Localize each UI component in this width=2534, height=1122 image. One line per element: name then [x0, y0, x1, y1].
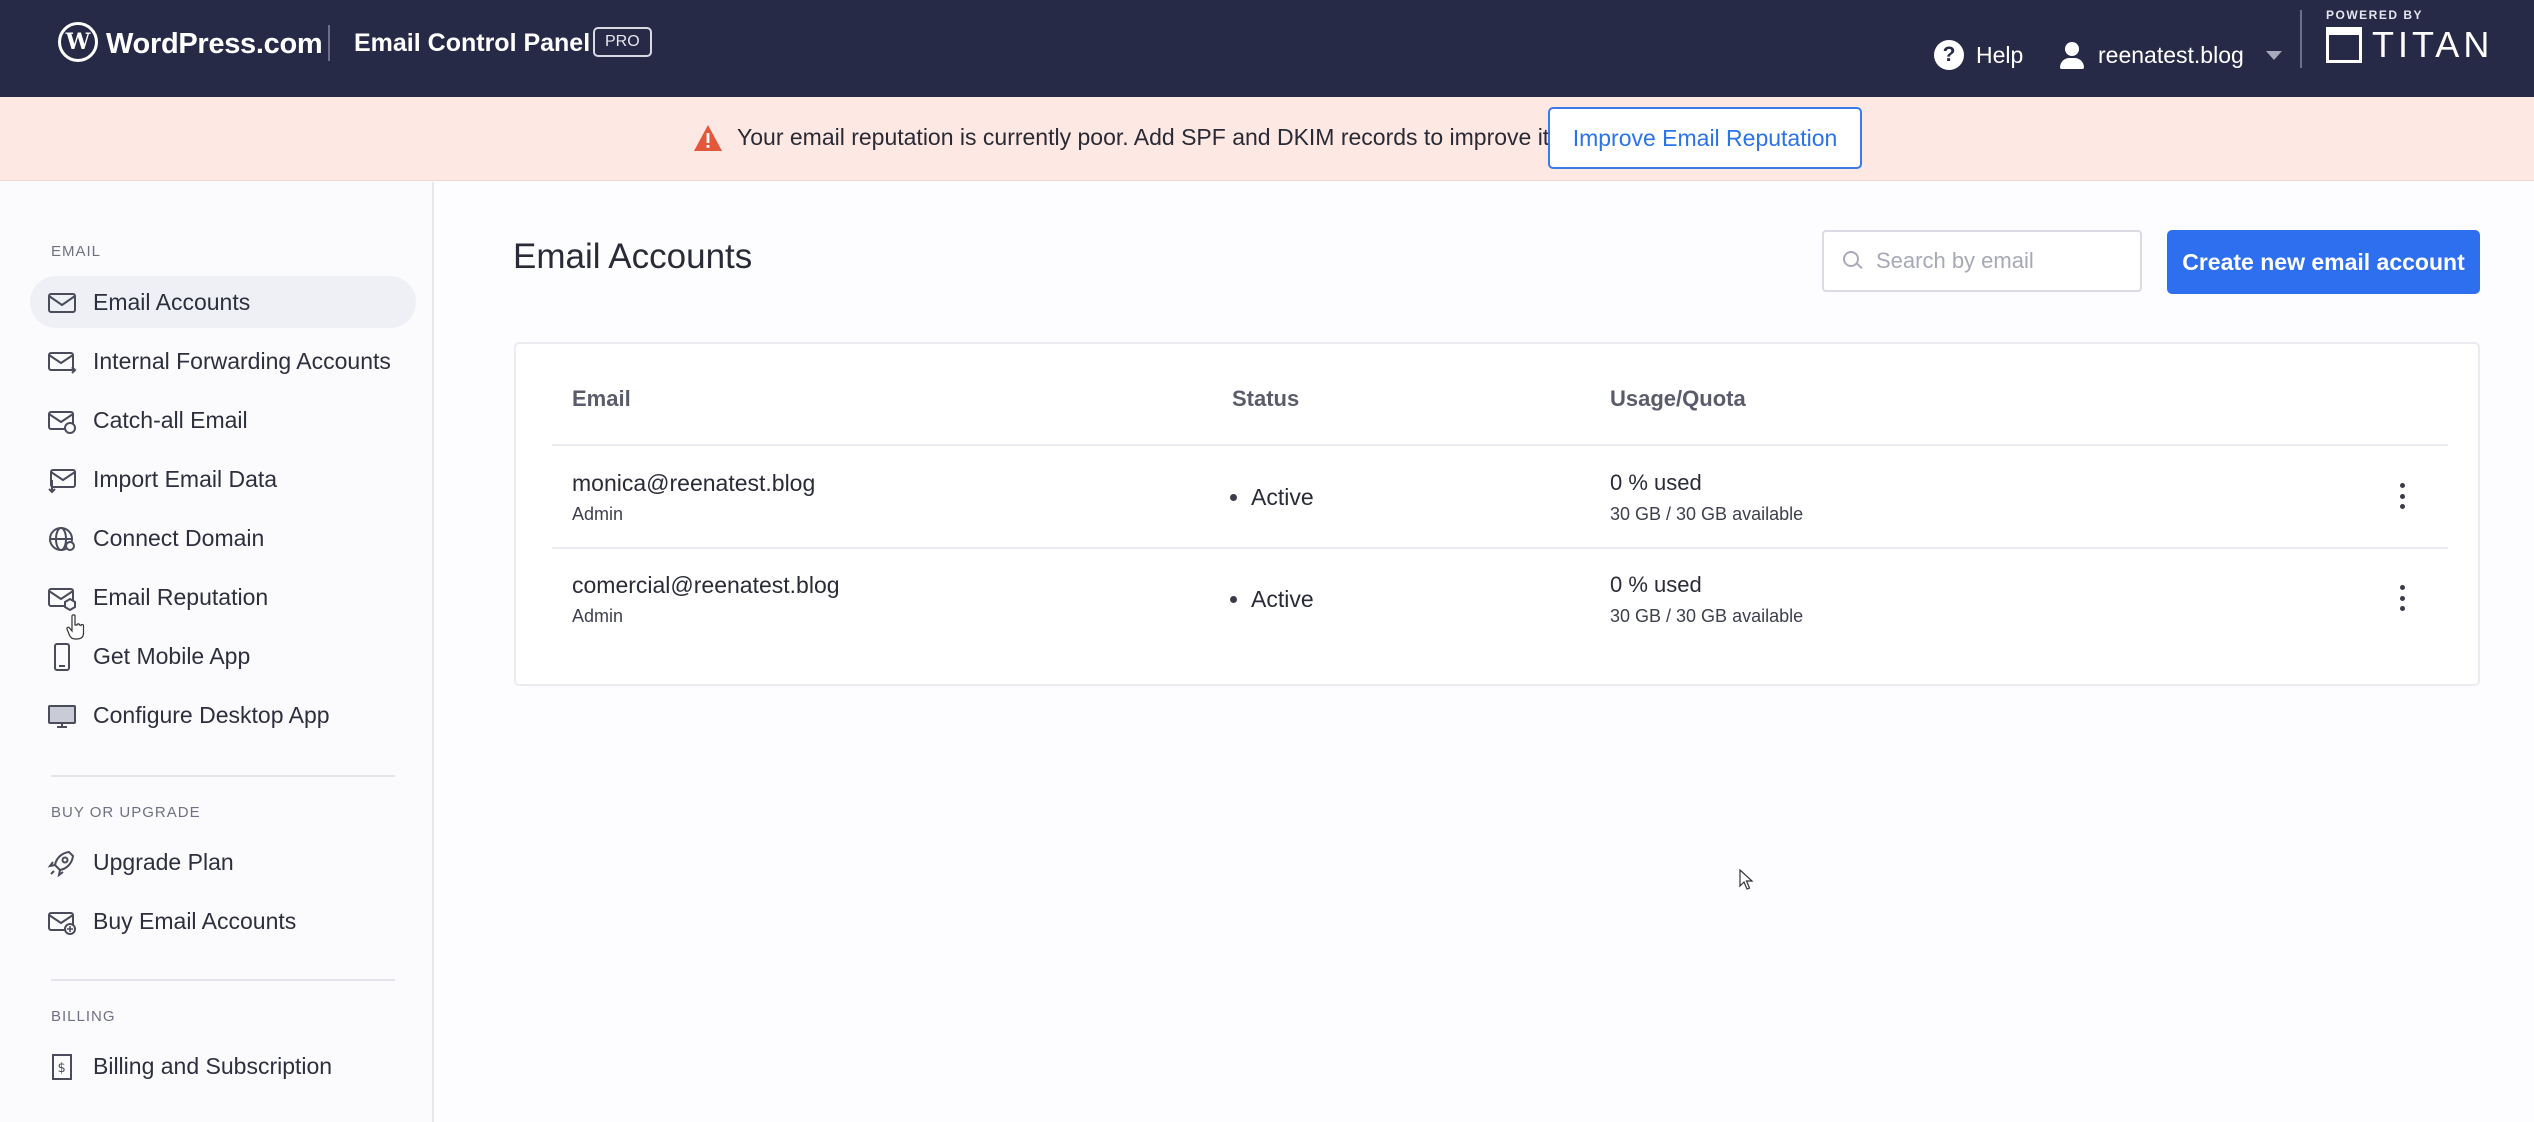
usage-percent: 0 % used: [1610, 470, 1702, 495]
globe-icon: [47, 525, 77, 551]
search-icon: [1842, 250, 1864, 272]
sidebar-item-email-reputation[interactable]: Email Reputation: [30, 571, 416, 623]
section-label-email: EMAIL: [51, 243, 102, 260]
column-header-status: Status: [1232, 386, 1300, 411]
sidebar: EMAIL Email Accounts Internal Forwarding…: [0, 182, 434, 1122]
status-dot: [1230, 494, 1237, 501]
help-link[interactable]: ? Help: [1934, 40, 2023, 70]
status-indicator: Active: [1230, 484, 1314, 511]
panel-title: Email Control Panel: [354, 29, 591, 57]
status-dot: [1230, 596, 1237, 603]
reputation-icon: [47, 584, 77, 612]
user-icon: [2058, 40, 2086, 70]
sidebar-item-label: Connect Domain: [93, 524, 265, 551]
brand-divider: [328, 25, 330, 61]
column-header-usage: Usage/Quota: [1610, 386, 1746, 411]
create-email-account-button[interactable]: Create new email account: [2167, 230, 2480, 294]
titan-logo-text: TITAN: [2372, 24, 2494, 65]
sidebar-item-label: Internal Forwarding Accounts: [93, 347, 391, 374]
account-menu[interactable]: reenatest.blog: [2058, 40, 2282, 70]
sidebar-item-label: Configure Desktop App: [93, 701, 330, 728]
section-label-billing: BILLING: [51, 1008, 116, 1025]
warning-icon: [694, 125, 722, 151]
sidebar-divider: [51, 775, 395, 777]
powered-by-label: POWERED BY: [2326, 8, 2424, 22]
usage-percent: 0 % used: [1610, 572, 1702, 597]
import-icon: [47, 466, 77, 494]
hand-cursor-icon: [66, 614, 85, 640]
sidebar-item-label: Email Accounts: [93, 288, 251, 315]
sidebar-item-buy-email-accounts[interactable]: Buy Email Accounts: [30, 895, 416, 947]
search-input[interactable]: [1876, 248, 2126, 274]
improve-reputation-button[interactable]: Improve Email Reputation: [1548, 107, 1862, 169]
help-label: Help: [1976, 41, 2024, 68]
sidebar-item-connect-domain[interactable]: Connect Domain: [30, 512, 416, 564]
status-indicator: Active: [1230, 586, 1314, 613]
pro-badge: PRO: [593, 27, 652, 57]
status-label: Active: [1251, 586, 1314, 612]
top-bar: W WordPress.com Email Control Panel PRO …: [0, 0, 2534, 97]
search-field[interactable]: [1822, 230, 2142, 292]
arrow-cursor-icon: [1739, 869, 1754, 890]
page-title: Email Accounts: [513, 237, 753, 276]
row-actions-menu-icon[interactable]: [2392, 480, 2412, 512]
alert-message: Your email reputation is currently poor.…: [737, 124, 1556, 150]
email-accounts-table: Email Status Usage/Quota monica@reenates…: [514, 342, 2480, 686]
sidebar-item-label: Import Email Data: [93, 465, 278, 492]
sidebar-item-label: Buy Email Accounts: [93, 907, 297, 934]
table-row[interactable]: comercial@reenatest.blog Admin Active 0 …: [516, 548, 2480, 648]
desktop-icon: [47, 702, 77, 728]
sidebar-item-label: Billing and Subscription: [93, 1052, 333, 1079]
account-role: Admin: [572, 504, 624, 524]
sidebar-item-label: Upgrade Plan: [93, 848, 234, 875]
sidebar-item-upgrade-plan[interactable]: Upgrade Plan: [30, 836, 416, 888]
titan-logo: TITAN: [2326, 24, 2493, 66]
sidebar-item-billing[interactable]: $ Billing and Subscription: [30, 1040, 416, 1092]
chevron-down-icon: [2265, 50, 2282, 60]
sidebar-item-label: Get Mobile App: [93, 642, 251, 669]
sidebar-item-catch-all[interactable]: Catch-all Email: [30, 394, 416, 446]
help-icon: ?: [1934, 40, 1964, 70]
wordpress-logo-icon[interactable]: W: [58, 22, 98, 62]
quota-available: 30 GB / 30 GB available: [1610, 504, 1804, 524]
sidebar-item-label: Email Reputation: [93, 583, 269, 610]
sidebar-item-label: Catch-all Email: [93, 406, 248, 433]
envelope-icon: [47, 289, 77, 315]
titan-logo-icon: [2326, 27, 2362, 63]
sidebar-item-desktop-app[interactable]: Configure Desktop App: [30, 689, 416, 741]
titan-divider: [2300, 10, 2302, 68]
row-actions-menu-icon[interactable]: [2392, 582, 2412, 614]
sidebar-divider: [51, 979, 395, 981]
account-email: comercial@reenatest.blog: [572, 572, 840, 598]
account-role: Admin: [572, 606, 624, 626]
svg-text:$: $: [58, 1061, 66, 1076]
invoice-icon: $: [47, 1053, 77, 1080]
sidebar-item-internal-forwarding[interactable]: Internal Forwarding Accounts: [30, 335, 416, 387]
catch-all-icon: [47, 407, 77, 434]
sidebar-item-import-email[interactable]: Import Email Data: [30, 453, 416, 505]
section-label-buy-or-upgrade: BUY OR UPGRADE: [51, 804, 201, 821]
status-label: Active: [1251, 484, 1314, 510]
sidebar-item-email-accounts[interactable]: Email Accounts: [30, 276, 416, 328]
brand-name[interactable]: WordPress.com: [106, 28, 323, 61]
quota-available: 30 GB / 30 GB available: [1610, 606, 1804, 626]
mobile-icon: [47, 643, 77, 671]
forward-mail-icon: [47, 348, 77, 374]
account-email: monica@reenatest.blog: [572, 470, 816, 496]
table-row[interactable]: monica@reenatest.blog Admin Active 0 % u…: [516, 446, 2480, 546]
account-label: reenatest.blog: [2098, 41, 2244, 68]
add-mail-icon: [47, 908, 77, 935]
rocket-icon: [47, 849, 77, 878]
reputation-alert-banner: Your email reputation is currently poor.…: [0, 97, 2534, 181]
sidebar-item-mobile-app[interactable]: Get Mobile App: [30, 630, 416, 682]
column-header-email: Email: [572, 386, 631, 411]
